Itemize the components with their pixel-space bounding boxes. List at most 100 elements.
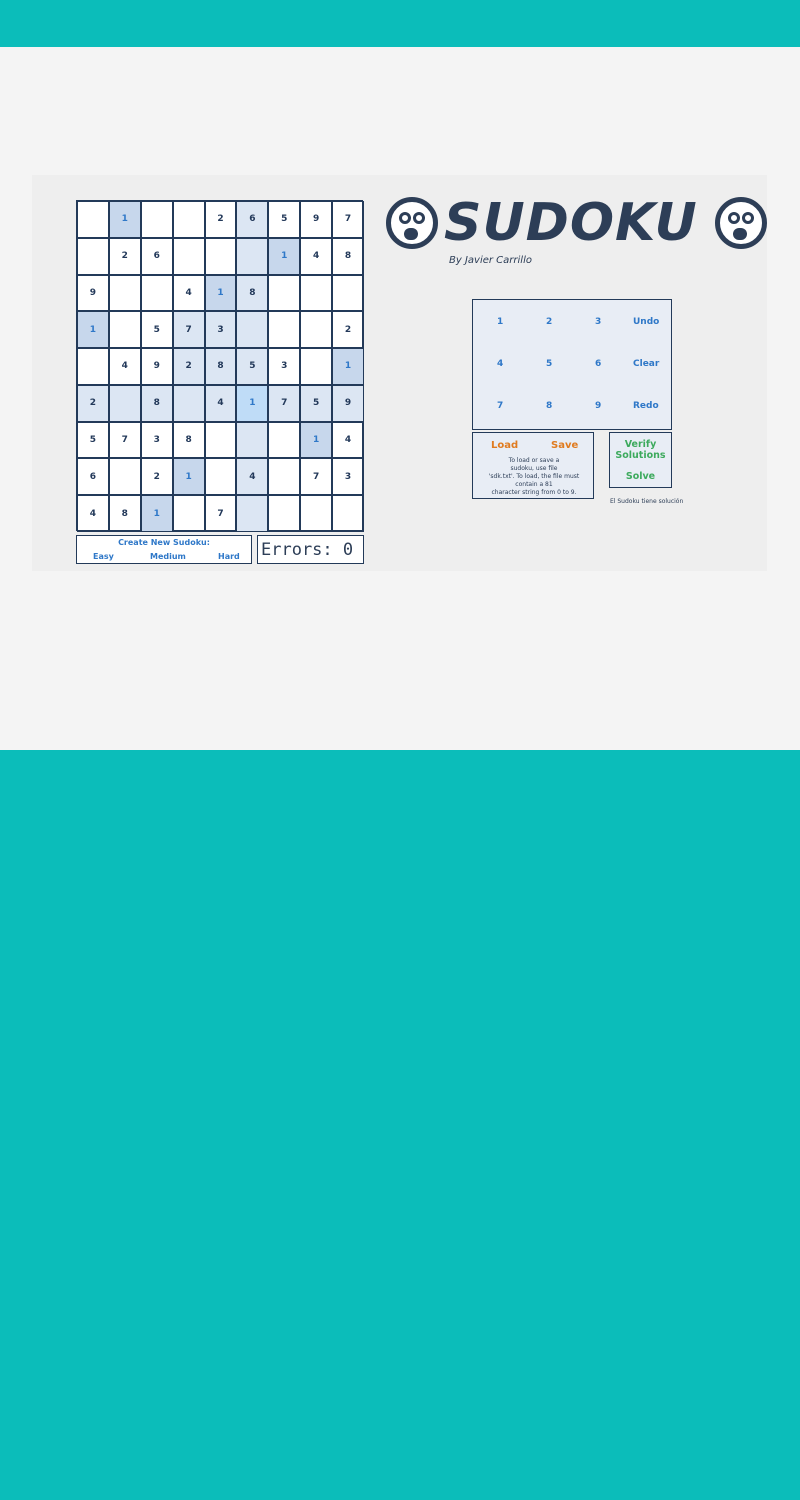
sudoku-cell[interactable]: 7 xyxy=(268,384,301,422)
sudoku-cell[interactable]: 2 xyxy=(332,311,364,349)
sudoku-cell[interactable]: 1 xyxy=(268,237,301,275)
sudoku-cell[interactable]: 4 xyxy=(236,458,269,496)
medium-button[interactable]: Medium xyxy=(150,552,186,561)
sudoku-cell[interactable]: 3 xyxy=(268,348,301,385)
sudoku-cell[interactable]: 5 xyxy=(236,348,269,385)
sudoku-cell[interactable]: 1 xyxy=(204,274,237,312)
sudoku-cell[interactable]: 6 xyxy=(236,201,269,238)
sudoku-cell[interactable] xyxy=(268,495,301,532)
sudoku-cell[interactable]: 1 xyxy=(77,311,109,349)
sudoku-cell[interactable]: 2 xyxy=(172,348,205,385)
verify-solutions-button[interactable]: Verify Solutions xyxy=(610,439,671,461)
save-button[interactable]: Save xyxy=(551,440,578,451)
sudoku-cell[interactable] xyxy=(268,458,301,496)
digit-7-button[interactable]: 7 xyxy=(497,401,503,411)
sudoku-cell[interactable]: 9 xyxy=(300,201,333,238)
sudoku-cell[interactable]: 4 xyxy=(300,237,333,275)
solve-button[interactable]: Solve xyxy=(610,471,671,482)
redo-button[interactable]: Redo xyxy=(633,401,659,411)
sudoku-cell[interactable]: 3 xyxy=(204,311,237,349)
sudoku-cell[interactable] xyxy=(140,274,173,312)
sudoku-cell[interactable]: 3 xyxy=(140,421,173,459)
digit-3-button[interactable]: 3 xyxy=(595,317,601,327)
sudoku-cell[interactable]: 2 xyxy=(108,237,141,275)
sudoku-cell[interactable] xyxy=(236,237,269,275)
sudoku-cell[interactable] xyxy=(108,274,141,312)
sudoku-cell[interactable]: 7 xyxy=(172,311,205,349)
sudoku-cell[interactable]: 8 xyxy=(140,384,173,422)
sudoku-cell[interactable]: 3 xyxy=(332,458,364,496)
sudoku-cell[interactable]: 2 xyxy=(77,384,109,422)
sudoku-cell[interactable] xyxy=(108,458,141,496)
digit-2-button[interactable]: 2 xyxy=(546,317,552,327)
sudoku-cell[interactable]: 1 xyxy=(140,495,173,532)
sudoku-cell[interactable]: 1 xyxy=(300,421,333,459)
sudoku-cell[interactable]: 7 xyxy=(332,201,364,238)
sudoku-cell[interactable] xyxy=(300,311,333,349)
clear-button[interactable]: Clear xyxy=(633,359,659,369)
sudoku-cell[interactable]: 5 xyxy=(77,421,109,459)
sudoku-cell[interactable] xyxy=(172,384,205,422)
sudoku-cell[interactable] xyxy=(172,201,205,238)
sudoku-cell[interactable]: 6 xyxy=(77,458,109,496)
sudoku-cell[interactable] xyxy=(332,495,364,532)
sudoku-cell[interactable] xyxy=(236,421,269,459)
sudoku-cell[interactable]: 8 xyxy=(236,274,269,312)
sudoku-cell[interactable] xyxy=(332,274,364,312)
load-button[interactable]: Load xyxy=(491,440,518,451)
sudoku-cell[interactable]: 8 xyxy=(332,237,364,275)
sudoku-cell[interactable]: 1 xyxy=(172,458,205,496)
sudoku-cell[interactable]: 8 xyxy=(204,348,237,385)
sudoku-cell[interactable] xyxy=(268,274,301,312)
sudoku-cell[interactable] xyxy=(300,274,333,312)
digit-9-button[interactable]: 9 xyxy=(595,401,601,411)
sudoku-cell[interactable]: 9 xyxy=(332,384,364,422)
sudoku-cell[interactable] xyxy=(204,458,237,496)
sudoku-cell[interactable] xyxy=(77,348,109,385)
sudoku-cell[interactable] xyxy=(204,421,237,459)
sudoku-cell[interactable] xyxy=(268,421,301,459)
sudoku-cell[interactable] xyxy=(77,201,109,238)
sudoku-cell[interactable] xyxy=(236,495,269,532)
easy-button[interactable]: Easy xyxy=(93,552,114,561)
digit-5-button[interactable]: 5 xyxy=(546,359,552,369)
digit-6-button[interactable]: 6 xyxy=(595,359,601,369)
sudoku-cell[interactable] xyxy=(300,348,333,385)
sudoku-cell[interactable] xyxy=(172,237,205,275)
sudoku-cell[interactable] xyxy=(77,237,109,275)
sudoku-cell[interactable] xyxy=(236,311,269,349)
sudoku-cell[interactable]: 2 xyxy=(140,458,173,496)
sudoku-cell[interactable]: 4 xyxy=(332,421,364,459)
digit-8-button[interactable]: 8 xyxy=(546,401,552,411)
sudoku-cell[interactable]: 9 xyxy=(140,348,173,385)
sudoku-cell[interactable]: 8 xyxy=(108,495,141,532)
digit-4-button[interactable]: 4 xyxy=(497,359,503,369)
sudoku-cell[interactable] xyxy=(268,311,301,349)
sudoku-cell[interactable]: 1 xyxy=(236,384,269,422)
sudoku-cell[interactable]: 4 xyxy=(108,348,141,385)
sudoku-cell[interactable]: 4 xyxy=(77,495,109,532)
sudoku-cell[interactable] xyxy=(204,237,237,275)
hard-button[interactable]: Hard xyxy=(218,552,240,561)
sudoku-cell[interactable]: 1 xyxy=(108,201,141,238)
sudoku-cell[interactable] xyxy=(172,495,205,532)
sudoku-cell[interactable] xyxy=(140,201,173,238)
sudoku-cell[interactable] xyxy=(108,384,141,422)
sudoku-cell[interactable]: 7 xyxy=(204,495,237,532)
sudoku-cell[interactable]: 4 xyxy=(172,274,205,312)
undo-button[interactable]: Undo xyxy=(633,317,659,327)
sudoku-cell[interactable]: 7 xyxy=(300,458,333,496)
sudoku-cell[interactable]: 5 xyxy=(140,311,173,349)
digit-1-button[interactable]: 1 xyxy=(497,317,503,327)
sudoku-cell[interactable]: 1 xyxy=(332,348,364,385)
sudoku-cell[interactable]: 2 xyxy=(204,201,237,238)
sudoku-cell[interactable]: 7 xyxy=(108,421,141,459)
sudoku-cell[interactable]: 5 xyxy=(268,201,301,238)
sudoku-cell[interactable]: 9 xyxy=(77,274,109,312)
sudoku-cell[interactable]: 4 xyxy=(204,384,237,422)
sudoku-cell[interactable] xyxy=(300,495,333,532)
sudoku-cell[interactable] xyxy=(108,311,141,349)
sudoku-cell[interactable]: 8 xyxy=(172,421,205,459)
sudoku-cell[interactable]: 5 xyxy=(300,384,333,422)
sudoku-cell[interactable]: 6 xyxy=(140,237,173,275)
